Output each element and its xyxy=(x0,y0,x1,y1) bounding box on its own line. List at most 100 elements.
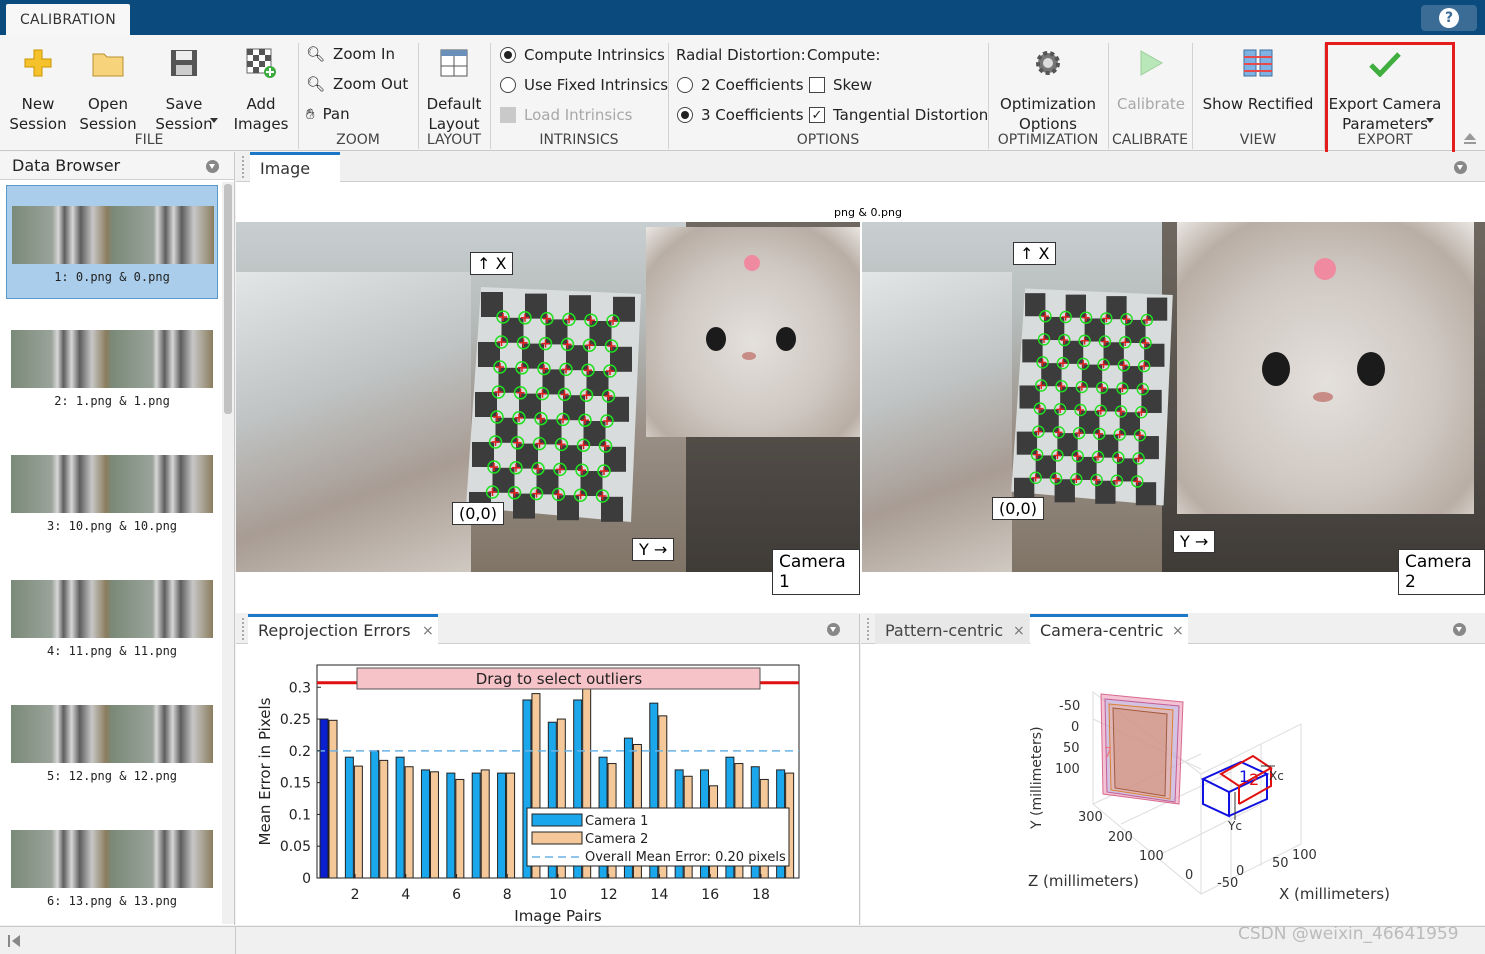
y-tick: 0 xyxy=(1071,720,1079,735)
legend-label-camera2: Camera 2 xyxy=(585,832,648,847)
x-tick-label: 14 xyxy=(651,887,669,903)
panel-menu-icon[interactable] xyxy=(1453,623,1466,636)
rectified-icon xyxy=(1243,49,1273,77)
gear-icon xyxy=(1036,51,1060,75)
zoom-out-button[interactable]: 🔍︎ Zoom Out xyxy=(306,75,408,93)
pattern-planes xyxy=(1100,693,1184,805)
zoom-out-icon: 🔍︎ xyxy=(306,75,326,93)
panel-menu-icon[interactable] xyxy=(827,623,840,636)
show-rectified-button[interactable]: Show Rectified xyxy=(1194,43,1322,133)
tab-reprojection-errors[interactable]: Reprojection Errors × xyxy=(248,614,438,644)
camera2-label: Camera 2 xyxy=(1398,549,1485,595)
new-session-button[interactable]: New Session xyxy=(2,43,74,133)
legend-label-camera1: Camera 1 xyxy=(585,814,648,829)
thumbnail-caption: 1: 0.png & 0.png xyxy=(54,270,170,284)
collapse-left-icon[interactable] xyxy=(8,934,22,948)
data-browser-item[interactable]: 2: 1.png & 1.png xyxy=(6,310,218,424)
bar-camera1[interactable] xyxy=(395,756,405,879)
zoom-in-button[interactable]: 🔍︎ Zoom In xyxy=(306,45,395,63)
data-browser-item[interactable]: 6: 13.png & 13.png xyxy=(6,810,218,924)
radio-icon xyxy=(500,77,516,93)
x-tick-label: 12 xyxy=(600,887,618,903)
checkerboard-camera2 xyxy=(1011,288,1173,506)
default-layout-button[interactable]: Default Layout xyxy=(420,43,488,133)
bar-camera2[interactable] xyxy=(328,719,338,879)
compute-intrinsics-radio[interactable]: Compute Intrinsics xyxy=(500,46,665,64)
panel-menu-icon[interactable] xyxy=(1454,161,1467,174)
toolstrip: New Session Open Session Save Session Ad… xyxy=(0,35,1485,151)
zoom-in-label: Zoom In xyxy=(333,45,395,63)
tab-image[interactable]: Image xyxy=(250,152,340,182)
drag-handle-icon[interactable] xyxy=(242,156,250,178)
layout-group-label: LAYOUT xyxy=(426,132,482,148)
bar-camera1[interactable] xyxy=(370,750,380,879)
bar-camera2[interactable] xyxy=(353,765,363,879)
compute-label: Compute: xyxy=(807,46,881,64)
scrollbar-thumb[interactable] xyxy=(224,184,232,414)
close-icon[interactable]: × xyxy=(1172,623,1184,639)
data-browser-header: Data Browser xyxy=(0,152,234,180)
x-tick: 0 xyxy=(1236,864,1244,879)
extrinsics-3d-plot[interactable]: 7 1 2 Xc Yc Y (millimeters) -50 0 50 100… xyxy=(861,644,1485,925)
bar-camera2[interactable] xyxy=(404,766,414,879)
tangential-checkbox[interactable]: ✓ Tangential Distortion xyxy=(809,106,988,124)
tab-calibration[interactable]: CALIBRATION xyxy=(6,4,130,35)
y-tick-label: 0.15 xyxy=(280,776,311,792)
help-icon: ? xyxy=(1439,8,1459,28)
x-tick-label: 8 xyxy=(503,887,512,903)
y-tick: 50 xyxy=(1063,741,1080,756)
y-tick-label: 0 xyxy=(302,871,311,887)
bar-camera2[interactable] xyxy=(480,769,490,879)
calibrate-label: Calibrate xyxy=(1117,95,1185,113)
tab-camera-centric[interactable]: Camera-centric × xyxy=(1030,614,1188,644)
play-icon xyxy=(1140,50,1164,76)
bar-camera1[interactable] xyxy=(471,772,481,879)
data-browser-item[interactable]: 3: 10.png & 10.png xyxy=(6,435,218,549)
close-icon[interactable]: × xyxy=(1013,623,1025,639)
thumbnail-image xyxy=(11,705,213,763)
bar-camera1[interactable] xyxy=(319,718,329,879)
xc-axis-label: Xc xyxy=(1269,769,1284,783)
skew-checkbox[interactable]: Skew xyxy=(809,76,872,94)
x-axis-tag: ↑ X xyxy=(470,252,514,275)
three-coefficients-radio[interactable]: 3 Coefficients xyxy=(677,106,804,124)
intrinsics-group-label: INTRINSICS xyxy=(539,132,619,148)
chevron-down-icon xyxy=(210,118,218,123)
fixed-intrinsics-radio[interactable]: Use Fixed Intrinsics xyxy=(500,76,668,94)
bar-camera2[interactable] xyxy=(506,772,516,879)
bar-camera1[interactable] xyxy=(446,772,456,879)
layout-icon xyxy=(440,49,468,77)
load-intrinsics-button[interactable]: Load Intrinsics xyxy=(500,106,632,124)
two-coefficients-radio[interactable]: 2 Coefficients xyxy=(677,76,804,94)
scrollbar[interactable] xyxy=(222,182,234,924)
optimization-group-label: OPTIMIZATION xyxy=(997,132,1099,148)
save-session-button[interactable]: Save Session xyxy=(142,43,226,133)
y-tick-label: 0.1 xyxy=(289,807,311,823)
bar-camera2[interactable] xyxy=(379,759,389,879)
drag-handle-icon[interactable] xyxy=(867,618,875,640)
title-bar xyxy=(0,0,1485,35)
data-browser-item[interactable]: 4: 11.png & 11.png xyxy=(6,560,218,674)
bar-camera1[interactable] xyxy=(344,756,354,879)
data-browser-item[interactable]: 5: 12.png & 12.png xyxy=(6,685,218,799)
add-images-button[interactable]: Add Images xyxy=(228,43,294,133)
collapse-toolstrip-icon[interactable] xyxy=(1462,131,1478,145)
data-browser-item[interactable]: 1: 0.png & 0.png xyxy=(6,185,218,299)
radio-icon xyxy=(677,77,693,93)
tab-pattern-centric[interactable]: Pattern-centric × xyxy=(875,614,1029,644)
bar-camera1[interactable] xyxy=(497,772,507,879)
calibrate-button[interactable]: Calibrate xyxy=(1110,43,1192,133)
bar-camera2[interactable] xyxy=(429,771,439,879)
radial-distortion-label: Radial Distortion: xyxy=(676,46,806,64)
calibrate-group-label: CALIBRATE xyxy=(1112,132,1188,148)
open-session-button[interactable]: Open Session xyxy=(74,43,142,133)
bar-camera1[interactable] xyxy=(420,769,430,879)
reprojection-bar-chart[interactable]: Drag to select outliers 0 0.05 0.1 0.15 0.2 0.… xyxy=(236,644,859,925)
close-icon[interactable]: × xyxy=(422,623,434,639)
bar-camera2[interactable] xyxy=(455,778,465,879)
cat-image xyxy=(1177,222,1474,514)
panel-menu-icon[interactable] xyxy=(206,160,219,173)
help-button[interactable]: ? xyxy=(1421,5,1477,31)
optimization-options-button[interactable]: Optimization Options xyxy=(990,43,1106,133)
pan-button[interactable]: ✋︎ Pan xyxy=(306,105,350,123)
